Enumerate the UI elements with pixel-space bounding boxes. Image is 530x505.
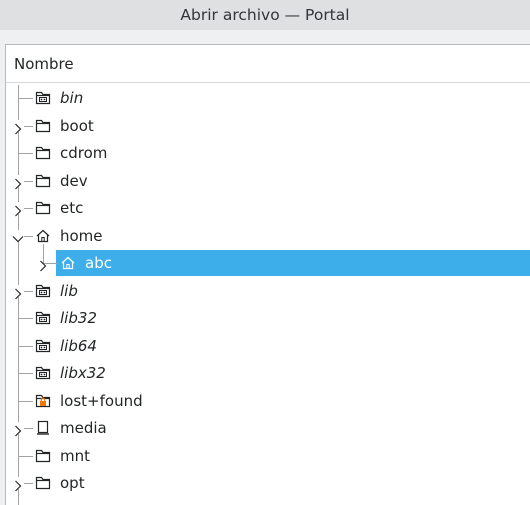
- tree-row-dev[interactable]: dev: [6, 168, 530, 194]
- tree-row-abc[interactable]: abc: [6, 244, 530, 276]
- tree-item-label: lib: [60, 281, 78, 300]
- chevron-right-icon[interactable]: [37, 257, 49, 272]
- tree-row-libx32[interactable]: libx32: [6, 360, 530, 386]
- tree-item-label: home: [60, 226, 103, 245]
- column-header-name[interactable]: Nombre: [6, 45, 530, 83]
- home-icon: [60, 255, 76, 271]
- selection-highlight: [56, 250, 530, 276]
- tree-item-label: boot: [60, 116, 94, 135]
- chevron-right-icon[interactable]: [12, 119, 24, 134]
- tree-item-label: cdrom: [60, 144, 108, 162]
- tree-row-lib64[interactable]: lib64: [6, 333, 530, 359]
- chevron-down-icon[interactable]: [12, 229, 24, 242]
- tree-item-label: opt: [60, 474, 85, 492]
- tree-connector-line: [18, 373, 33, 374]
- tree-row-lib[interactable]: lib: [6, 278, 530, 304]
- tree-item-label: bin: [60, 89, 84, 107]
- tree-connector-line: [18, 98, 33, 99]
- tree-item-label: etc: [60, 199, 84, 217]
- locked-folder-icon: [35, 393, 51, 409]
- tree-connector-line: [18, 318, 33, 319]
- symlink-folder-icon: [35, 310, 51, 326]
- tree-row-media[interactable]: media: [6, 415, 530, 441]
- folder-icon: [35, 448, 51, 464]
- chevron-right-icon[interactable]: [12, 174, 24, 189]
- tree-item-label: lib32: [60, 309, 97, 327]
- tree-item-label: lost+found: [60, 391, 143, 410]
- window-title: Abrir archivo — Portal: [180, 6, 350, 24]
- tree-row-cdrom[interactable]: cdrom: [6, 140, 530, 166]
- folder-icon: [35, 200, 51, 216]
- folder-icon: [35, 173, 51, 189]
- symlink-folder-icon: [35, 365, 51, 381]
- tree-item-label: media: [60, 419, 107, 437]
- folder-icon: [35, 145, 51, 161]
- tree-connector-line: [18, 153, 33, 154]
- home-icon: [35, 228, 51, 244]
- tree-row-etc[interactable]: etc: [6, 195, 530, 221]
- symlink-folder-icon: [35, 283, 51, 299]
- drive-icon: [35, 420, 51, 436]
- chevron-right-icon[interactable]: [12, 422, 24, 437]
- tree-connector-line: [18, 345, 33, 347]
- tree-item-label: abc: [85, 254, 112, 272]
- symlink-folder-icon: [35, 90, 51, 106]
- chevron-right-icon[interactable]: [12, 202, 24, 217]
- symlink-folder-icon: [35, 338, 51, 354]
- tree-item-label: mnt: [60, 446, 90, 465]
- tree-item-label: libx32: [60, 364, 106, 382]
- tree-row-lib32[interactable]: lib32: [6, 305, 530, 331]
- tree-row-boot[interactable]: boot: [6, 113, 530, 139]
- tree-connector-line: [18, 400, 33, 402]
- folder-icon: [35, 118, 51, 134]
- tree-row-home[interactable]: home: [6, 223, 530, 249]
- tree-item-label: dev: [60, 171, 88, 190]
- tree-item-label: lib64: [60, 336, 97, 355]
- tree-connector-line: [18, 455, 33, 457]
- tree-row-bin[interactable]: bin: [6, 85, 530, 111]
- chevron-right-icon[interactable]: [12, 284, 24, 299]
- column-header-label: Nombre: [14, 54, 74, 73]
- tree-row-opt[interactable]: opt: [6, 470, 530, 496]
- window-titlebar: Abrir archivo — Portal: [0, 0, 530, 30]
- tree-row-mnt[interactable]: mnt: [6, 443, 530, 469]
- chevron-right-icon[interactable]: [12, 477, 24, 492]
- tree-row-lost-found[interactable]: lost+found: [6, 388, 530, 414]
- folder-tree[interactable]: Nombre bin boot cdrom dev etc home abc lib lib32…: [5, 44, 530, 505]
